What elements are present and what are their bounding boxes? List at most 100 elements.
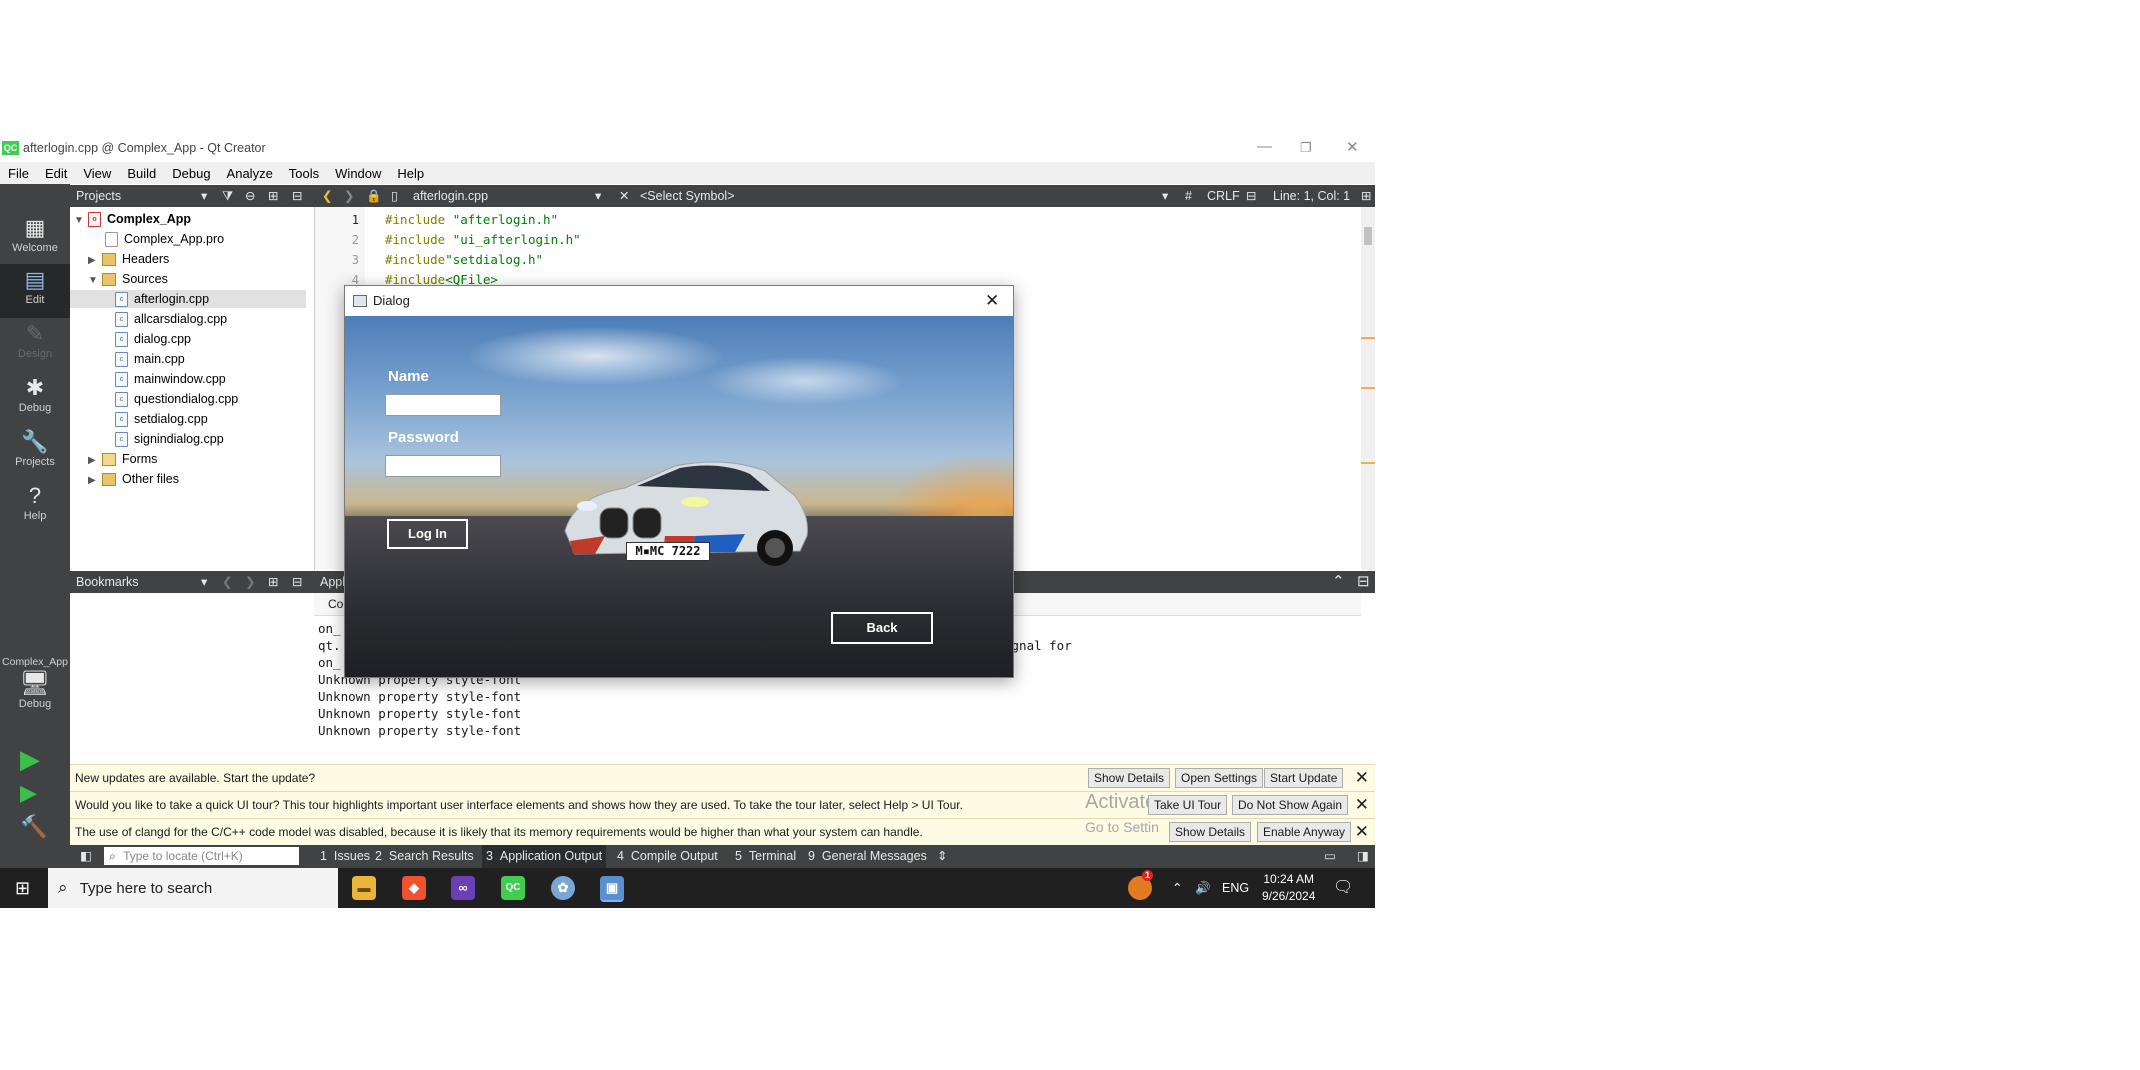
tree-folder-forms[interactable]: ▶ Forms — [88, 450, 157, 468]
prev-bookmark-icon[interactable]: ❮ — [222, 571, 232, 593]
menu-edit[interactable]: Edit — [37, 166, 75, 181]
menu-help[interactable]: Help — [389, 166, 432, 181]
notification-app-icon[interactable]: 1 — [1128, 870, 1153, 900]
close-panel-icon[interactable]: ⊟ — [292, 185, 302, 207]
mode-welcome[interactable]: ▦ Welcome — [0, 212, 70, 266]
tree-file-signindialog[interactable]: c signindialog.cpp — [115, 430, 224, 448]
cursor-position[interactable]: Line: 1, Col: 1 — [1273, 185, 1350, 207]
menu-debug[interactable]: Debug — [164, 166, 218, 181]
split-editor-icon[interactable]: ⊟ — [1246, 185, 1256, 207]
tree-folder-headers[interactable]: ▶ Headers — [88, 250, 169, 268]
expand-icon[interactable]: ▶ — [88, 472, 102, 490]
split-icon[interactable]: ⊞ — [268, 185, 278, 207]
mode-debug[interactable]: ✱ Debug — [0, 372, 70, 426]
maximize-panel-icon[interactable]: ⌃ — [1332, 571, 1345, 593]
input-language[interactable]: ENG — [1222, 868, 1249, 908]
menu-view[interactable]: View — [75, 166, 119, 181]
password-input[interactable] — [385, 455, 501, 477]
tab-terminal[interactable]: 5 Terminal — [735, 845, 796, 868]
brave-browser-icon[interactable]: ◆ — [402, 876, 426, 900]
menu-build[interactable]: Build — [119, 166, 164, 181]
projects-view-selector[interactable]: Projects — [76, 189, 121, 203]
scrollbar-thumb[interactable] — [1364, 227, 1372, 245]
taskbar-search-box[interactable]: ⌕ Type here to search — [48, 868, 338, 908]
close-icon[interactable]: ✕ — [1355, 819, 1369, 845]
tab-issues[interactable]: 1 Issues — [320, 845, 370, 868]
file-explorer-icon[interactable]: ▬ — [352, 876, 376, 900]
expand-icon[interactable]: ▼ — [74, 212, 88, 230]
chevron-down-icon[interactable]: ▾ — [201, 185, 207, 207]
open-settings-button[interactable]: Open Settings — [1175, 768, 1264, 788]
close-icon[interactable]: ✕ — [1355, 765, 1369, 791]
filter-icon[interactable]: ⧩ — [222, 185, 233, 207]
menu-analyze[interactable]: Analyze — [219, 166, 281, 181]
toggle-sidebar-icon[interactable]: ◧ — [80, 845, 92, 868]
taskbar-clock[interactable]: 10:24 AM 9/26/2024 — [1262, 871, 1315, 905]
menu-file[interactable]: File — [0, 166, 37, 181]
tree-file-afterlogin[interactable]: c afterlogin.cpp — [70, 290, 306, 308]
toggle-right-sidebar-icon[interactable]: ◨ — [1357, 845, 1369, 868]
output-subtab[interactable]: Co — [328, 597, 343, 611]
show-details-button[interactable]: Show Details — [1169, 822, 1252, 842]
tab-search-results[interactable]: 2 Search Results — [375, 845, 474, 868]
tab-compile-output[interactable]: 4 Compile Output — [617, 845, 718, 868]
close-panel-icon[interactable]: ⊟ — [292, 571, 302, 593]
app-window-icon[interactable]: ▣ — [600, 876, 624, 902]
run-icon[interactable]: ▶ — [20, 744, 40, 775]
chevron-down-icon[interactable]: ▾ — [201, 571, 207, 593]
tree-folder-sources[interactable]: ▼ Sources — [88, 270, 168, 288]
action-center-icon[interactable]: 🗨 — [1333, 868, 1353, 908]
menu-window[interactable]: Window — [327, 166, 389, 181]
mode-projects[interactable]: 🔧 Projects — [0, 426, 70, 480]
name-input[interactable] — [385, 394, 501, 416]
tree-file-questiondialog[interactable]: c questiondialog.cpp — [115, 390, 238, 408]
dialog-close-icon[interactable]: ✕ — [985, 286, 999, 315]
restore-icon[interactable]: ❐ — [1300, 140, 1312, 156]
kit-selector[interactable]: Complex_App 🖥 Debug — [0, 654, 70, 724]
symbol-selector[interactable]: <Select Symbol> — [640, 185, 735, 207]
close-document-icon[interactable]: ✕ — [619, 185, 629, 207]
symbols-dropdown-icon[interactable]: ▾ — [1162, 185, 1168, 207]
split-icon[interactable]: ⊞ — [1361, 185, 1371, 207]
progress-icon[interactable]: ▭ — [1324, 845, 1336, 868]
login-button[interactable]: Log In — [387, 519, 468, 549]
line-ending-selector[interactable]: CRLF — [1207, 185, 1240, 207]
split-icon[interactable]: ⊞ — [268, 571, 278, 593]
tree-root[interactable]: ▼ o Complex_App — [74, 210, 191, 228]
tab-general-messages[interactable]: 9 General Messages — [808, 845, 927, 868]
take-ui-tour-button[interactable]: Take UI Tour — [1148, 795, 1228, 815]
tree-file-setdialog[interactable]: c setdialog.cpp — [115, 410, 208, 428]
mode-help[interactable]: ? Help — [0, 480, 70, 534]
expand-icon[interactable]: ▶ — [88, 252, 102, 270]
build-hammer-icon[interactable]: 🔨 — [20, 814, 47, 840]
link-icon[interactable]: ⊖ — [245, 185, 255, 207]
show-hidden-icons-icon[interactable]: ⌃ — [1172, 868, 1182, 908]
visual-studio-icon[interactable]: ∞ — [451, 876, 475, 900]
tree-folder-other[interactable]: ▶ Other files — [88, 470, 179, 488]
tree-file-main[interactable]: c main.cpp — [115, 350, 185, 368]
menu-tools[interactable]: Tools — [281, 166, 327, 181]
next-bookmark-icon[interactable]: ❯ — [245, 571, 255, 593]
mode-design[interactable]: ✎ Design — [0, 318, 70, 372]
expand-icon[interactable]: ▶ — [88, 452, 102, 470]
tree-file-allcarsdialog[interactable]: c allcarsdialog.cpp — [115, 310, 227, 328]
more-tabs-icon[interactable]: ⇕ — [937, 845, 947, 868]
mode-edit[interactable]: ▤ Edit — [0, 264, 70, 318]
volume-icon[interactable]: 🔊 — [1195, 868, 1211, 908]
close-window-icon[interactable]: ✕ — [1346, 138, 1359, 156]
do-not-show-again-button[interactable]: Do Not Show Again — [1232, 795, 1349, 815]
start-update-button[interactable]: Start Update — [1264, 768, 1344, 788]
close-icon[interactable]: ✕ — [1355, 792, 1369, 818]
minimize-icon[interactable]: — — [1257, 138, 1272, 155]
back-icon[interactable]: ❮ — [322, 185, 332, 207]
windows-start-icon[interactable]: ⊞ — [15, 868, 30, 908]
editor-scrollbar[interactable] — [1361, 207, 1375, 570]
show-details-button[interactable]: Show Details — [1088, 768, 1171, 788]
debug-run-icon[interactable]: ▶ — [20, 780, 37, 806]
tab-application-output[interactable]: 3 Application Output — [482, 845, 607, 868]
qt-creator-icon[interactable]: QC — [501, 876, 525, 900]
back-button[interactable]: Back — [831, 612, 933, 644]
paint-icon[interactable]: ✿ — [551, 876, 575, 900]
collapse-icon[interactable]: ▼ — [88, 272, 102, 290]
tree-file-mainwindow[interactable]: c mainwindow.cpp — [115, 370, 226, 388]
